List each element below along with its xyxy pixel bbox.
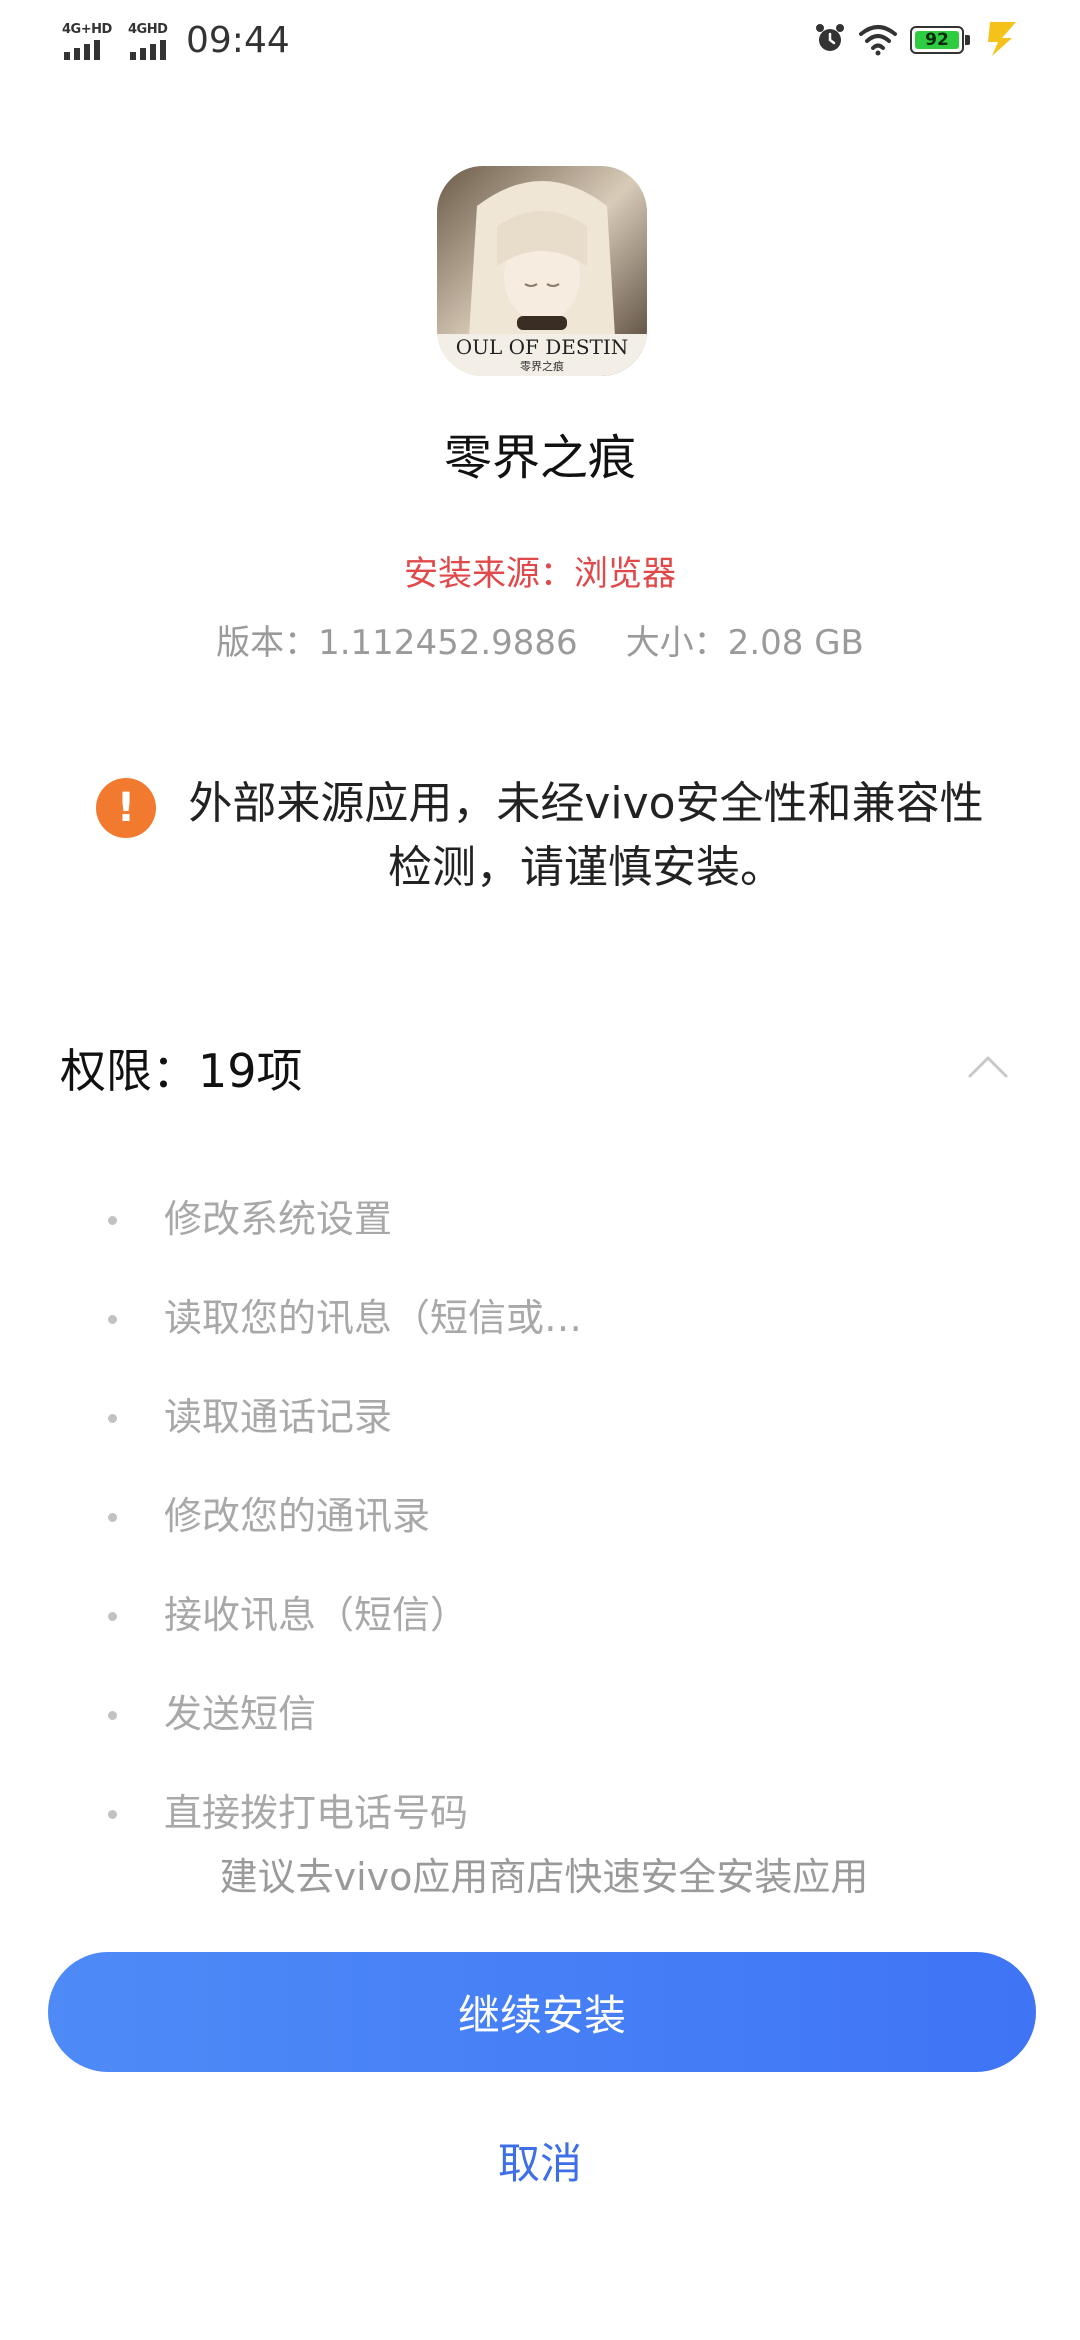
permission-label: 修改您的通讯录 xyxy=(164,1494,431,1538)
permission-item: 读取您的讯息（短信或… xyxy=(100,1283,1000,1382)
permission-item: 修改系统设置 xyxy=(100,1184,1000,1283)
sim2-network-label: 4GHD xyxy=(128,22,168,37)
status-time: 09:44 xyxy=(186,20,290,61)
wifi-icon xyxy=(859,25,897,56)
permission-item: 修改您的通讯录 xyxy=(100,1481,1000,1580)
security-warning: ! 外部来源应用，未经vivo安全性和兼容性检测，请谨慎安装。 xyxy=(96,772,996,912)
store-suggestion-link[interactable]: 建议去vivo应用商店快速安全安装应用 xyxy=(0,1846,1080,1901)
continue-install-button[interactable]: 继续安装 xyxy=(48,1952,1036,2072)
app-icon-subtext: 零界之痕 xyxy=(520,359,564,373)
permission-label: 读取通话记录 xyxy=(164,1395,393,1439)
app-name: 零界之痕 xyxy=(443,430,636,486)
permissions-list: 修改系统设置 读取您的讯息（短信或… 读取通话记录 修改您的通讯录 接收讯息（短… xyxy=(100,1184,1000,1877)
battery-percent: 92 xyxy=(925,30,949,50)
app-size: 大小：2.08 GB xyxy=(625,623,864,663)
install-source: 安装来源：浏览器 xyxy=(404,554,676,594)
permission-item: 发送短信 xyxy=(100,1679,1000,1778)
alarm-icon xyxy=(816,24,844,51)
permission-label: 发送短信 xyxy=(164,1692,317,1736)
signal-icon: 4GHD xyxy=(126,22,184,62)
permissions-title: 权限：19项 xyxy=(60,1044,303,1098)
permission-label: 接收讯息（短信） xyxy=(164,1593,469,1637)
app-icon-text: OUL OF DESTIN xyxy=(456,335,629,359)
permission-item: 接收讯息（短信） xyxy=(100,1580,1000,1679)
permission-label: 直接拨打电话号码 xyxy=(164,1791,469,1835)
app-icon: OUL OF DESTIN 零界之痕 xyxy=(437,166,647,376)
cancel-button[interactable]: 取消 xyxy=(390,2120,690,2200)
battery-icon: 92 xyxy=(910,26,972,56)
warning-text: 外部来源应用，未经vivo安全性和兼容性检测，请谨慎安装。 xyxy=(188,778,984,893)
permission-label: 读取您的讯息（短信或… xyxy=(164,1296,583,1340)
permission-item: 读取通话记录 xyxy=(100,1382,1000,1481)
permissions-header[interactable]: 权限：19项 xyxy=(60,1036,1020,1106)
app-version: 版本：1.112452.9886 xyxy=(216,623,578,663)
permission-label: 修改系统设置 xyxy=(164,1197,393,1241)
app-meta: 版本：1.112452.9886 大小：2.08 GB xyxy=(0,615,1080,664)
chevron-up-icon[interactable] xyxy=(966,1052,1010,1082)
exclamation-icon: ! xyxy=(96,778,156,838)
sim1-network-label: 4G+HD xyxy=(62,22,112,37)
charging-icon xyxy=(988,22,1016,56)
status-bar: 4G+HD 4GHD 09:44 92 xyxy=(0,0,1080,84)
signal-icon: 4G+HD xyxy=(60,22,118,62)
